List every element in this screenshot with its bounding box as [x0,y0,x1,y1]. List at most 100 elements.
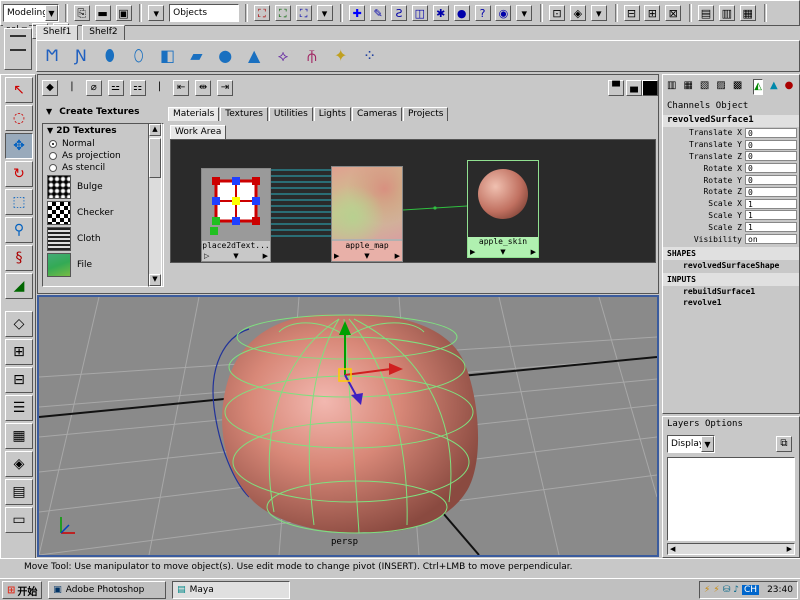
menu-arrow-icon[interactable]: ▾ [590,5,607,21]
graph-layout-icon[interactable]: ◈ [5,451,33,477]
tab-textures[interactable]: Textures [220,107,268,121]
graph-materials-icon[interactable]: ⚏ [129,80,146,96]
tab-shelf2[interactable]: Shelf2 [82,25,125,40]
lasso-tool-icon[interactable]: ◌ [5,105,33,131]
menu-channels[interactable]: Channels [667,101,710,111]
scroll-thumb[interactable] [149,138,161,178]
attribute-row[interactable]: Scale X1 [663,198,799,210]
ipr-render-icon[interactable]: ▥ [718,5,735,21]
attribute-row[interactable]: Rotate Z0 [663,186,799,198]
save-scene-icon[interactable]: ▣ [115,5,132,21]
select-handle-icon[interactable]: ✚ [349,5,366,21]
highlight-selection-icon[interactable]: ◈ [569,5,586,21]
layer-scrollbar[interactable]: ◀ ▶ [667,543,795,555]
menu-options[interactable]: Options [705,419,743,429]
extrude-icon[interactable]: ◧ [156,44,180,68]
attribute-value-field[interactable]: 1 [745,198,797,209]
start-button[interactable]: ⊞ 开始 [2,581,43,599]
tab-projects[interactable]: Projects [402,107,449,121]
apple-surface[interactable] [222,314,479,533]
lock-selection-icon[interactable]: ⊡ [549,5,565,21]
output-port-icon[interactable]: ▶ [531,247,536,257]
select-curve-icon[interactable]: Ƨ [391,5,407,21]
attribute-value-field[interactable]: 1 [745,222,797,233]
option-as-projection[interactable]: As projection [43,150,163,162]
menu-set-dropdown[interactable]: Modeling ▼ [3,4,59,22]
tab-lights[interactable]: Lights [313,107,351,121]
input-port-icon[interactable]: ▶ [334,251,339,261]
select-surface-icon[interactable]: ◫ [411,5,428,21]
select-deformation-icon[interactable]: ✱ [432,5,449,21]
attribute-value-field[interactable]: on [745,234,797,245]
select-hierarchy-icon[interactable]: ⛶ [253,5,270,21]
attribute-value-field[interactable]: 0 [745,151,797,162]
cv-curve-icon[interactable]: Ɲ [69,44,93,68]
object-name[interactable]: revolvedSurface1 [663,115,799,127]
input-item[interactable]: rebuildSurface1 [663,286,799,297]
node-apple-skin[interactable]: apple_skin ▶ ▼ ▶ [467,160,539,258]
layer-list[interactable] [667,457,795,541]
ep-curve-icon[interactable]: Ϻ [40,44,64,68]
option-as-stencil[interactable]: As stencil [43,162,163,174]
attribute-row[interactable]: Translate Z0 [663,151,799,163]
attribute-row[interactable]: Rotate Y0 [663,174,799,186]
work-area-only-icon[interactable] [642,80,658,96]
tab-shelf1[interactable]: Shelf1 [36,25,79,40]
task-maya[interactable]: ▤ Maya [172,581,291,599]
node-place2dtexture[interactable]: place2dText... ▷ ▼ ▶ [201,168,271,262]
top-tab-layout-icon[interactable]: ▀ [608,80,624,96]
attribute-row[interactable]: Scale Y1 [663,210,799,222]
open-scene-icon[interactable]: ▬ [94,5,111,21]
selection-mode-icon[interactable]: ▾ [148,5,165,21]
cone-icon[interactable]: ▲ [242,44,266,68]
expand-icon[interactable]: ▼ [364,251,369,261]
select-object-icon[interactable]: ⛶ [274,5,291,21]
radio-button[interactable] [49,164,57,172]
tab-utilities[interactable]: Utilities [268,107,313,121]
outliner-layout-icon[interactable]: ☰ [5,395,33,421]
toggle-create-bar-icon[interactable]: ◆ [42,80,58,96]
ik-handle-icon[interactable]: ⫚ [300,44,324,68]
render-layout-icon[interactable]: ▤ [5,479,33,505]
revolve-icon[interactable]: ⬮ [98,44,122,68]
work-area-graph[interactable]: place2dText... ▷ ▼ ▶ apple_map ▶ ▼ ▶ apple_s… [170,139,656,263]
tab-work-area[interactable]: Work Area [170,125,227,139]
scale-tool-icon[interactable]: ⬚ [5,189,33,215]
layout-menu-icon[interactable]: ▭ [5,507,33,533]
speaker-icon[interactable]: ♪ [733,585,739,595]
attribute-value-field[interactable]: 0 [745,127,797,138]
input-connections-icon[interactable]: ⇤ [173,80,190,96]
menu-layers[interactable]: Layers [667,419,700,429]
attribute-row[interactable]: Rotate X0 [663,162,799,174]
triangle-icon[interactable]: ▲ [770,79,778,95]
scroll-down-arrow-icon[interactable]: ▼ [149,274,161,286]
input-item[interactable]: revolve1 [663,297,799,308]
attribute-value-field[interactable]: 0 [745,139,797,150]
output-port-icon[interactable]: ▶ [263,251,268,261]
rgb-icon[interactable]: ● [785,79,794,95]
sphere-icon[interactable]: ● [213,44,237,68]
attribute-row[interactable]: Translate X0 [663,127,799,139]
expand-icon[interactable]: ▼ [500,247,505,257]
create-list-scrollbar[interactable]: ▲ ▼ [148,123,162,287]
bottom-tab-layout-icon[interactable]: ▄ [626,80,642,96]
clear-graph-icon[interactable]: ⌀ [85,80,102,96]
texture-item-bulge[interactable]: Bulge [43,174,163,200]
expand-icon[interactable]: ▼ [233,251,238,261]
scroll-up-arrow-icon[interactable]: ▲ [149,124,161,136]
list-view-icon[interactable]: ▥ [667,79,676,95]
texture-item-cloth[interactable]: Cloth [43,226,163,252]
loft-icon[interactable]: ⬯ [127,44,151,68]
new-layer-icon[interactable]: ⧉ [776,436,792,452]
attribute-value-field[interactable]: 1 [745,210,797,221]
select-rendering-icon[interactable]: ? [474,5,491,21]
rows-icon[interactable]: ▨ [716,79,725,95]
perspective-viewport[interactable]: persp [37,295,659,557]
snap-grid-icon[interactable]: ⊟ [623,5,640,21]
attribute-value-field[interactable]: 0 [745,163,797,174]
two-pane-layout-icon[interactable]: ⊟ [5,367,33,393]
render-globals-icon[interactable]: ▦ [739,5,756,21]
shelf-menu-button[interactable] [4,28,32,70]
snap-curve-icon[interactable]: ⊞ [644,5,661,21]
attribute-toggle-icon[interactable]: ◭ [753,79,763,95]
